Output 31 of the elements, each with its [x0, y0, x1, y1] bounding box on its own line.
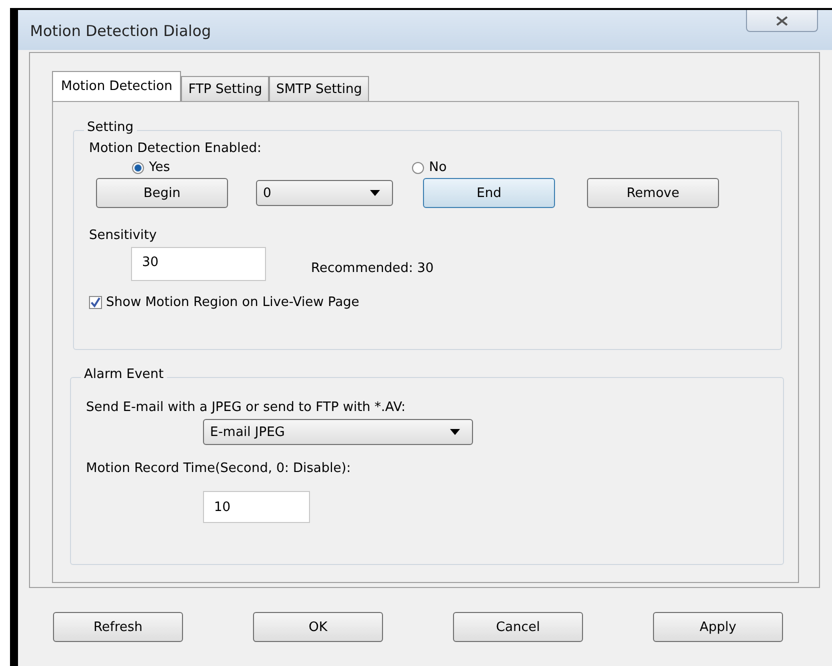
radio-button[interactable] [132, 162, 144, 174]
field-label: Send E-mail with a JPEG or send to FTP with *.AV: [86, 400, 406, 415]
dropdown[interactable]: 0 [256, 180, 393, 206]
field-label: Sensitivity [89, 228, 157, 243]
button[interactable]: OK [253, 612, 383, 642]
caret-icon [450, 429, 460, 435]
tab[interactable]: Motion Detection [52, 71, 182, 101]
hint-text: Recommended: 30 [311, 260, 434, 276]
sensitivity-field[interactable]: 30 [131, 247, 266, 281]
field-label: Motion Detection Enabled: [89, 141, 262, 156]
checkbox[interactable] [89, 296, 102, 309]
field-label: Motion Record Time(Second, 0: Disable): [86, 461, 351, 476]
button[interactable]: Remove [587, 178, 719, 208]
caret-icon [370, 190, 380, 196]
window-title: Motion Detection Dialog [30, 22, 212, 40]
dropdown[interactable]: E-mail JPEG [203, 419, 473, 445]
checkbox-label: Show Motion Region on Live-View Page [106, 295, 360, 310]
radio-label: Yes [149, 160, 170, 175]
button[interactable]: Begin [96, 178, 228, 208]
button[interactable]: Refresh [53, 612, 183, 642]
tab[interactable]: FTP Setting [181, 76, 270, 101]
button[interactable]: Apply [653, 612, 783, 642]
button[interactable]: End [423, 178, 555, 208]
button[interactable]: Cancel [453, 612, 583, 642]
tab[interactable]: SMTP Setting [269, 76, 370, 101]
record-time-field[interactable]: 10 [203, 491, 310, 523]
close-button[interactable] [746, 10, 818, 32]
group-title: Setting [84, 120, 137, 135]
radio-button[interactable] [412, 162, 424, 174]
close-icon [776, 16, 788, 26]
radio-label: No [429, 160, 447, 175]
